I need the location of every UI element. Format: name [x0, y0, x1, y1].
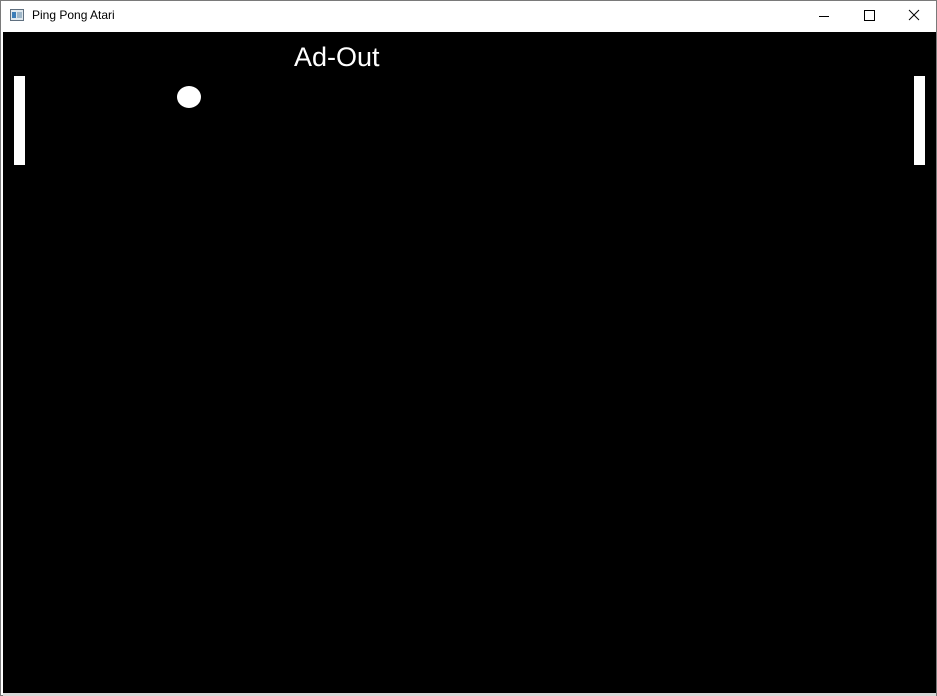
minimize-button[interactable]: [801, 1, 847, 31]
ball: [177, 86, 201, 108]
right-paddle: [914, 76, 925, 165]
minimize-icon: [819, 16, 829, 17]
game-window: Ping Pong Atari Ad-Out: [0, 0, 937, 696]
window-title: Ping Pong Atari: [32, 8, 115, 22]
maximize-button[interactable]: [846, 1, 892, 31]
close-button[interactable]: [891, 1, 937, 31]
title-bar[interactable]: Ping Pong Atari: [1, 1, 936, 31]
close-icon: [908, 9, 920, 21]
score-text: Ad-Out: [294, 42, 380, 72]
game-canvas[interactable]: Ad-Out: [3, 32, 936, 695]
maximize-icon: [864, 10, 875, 21]
left-paddle: [14, 76, 25, 165]
app-window-icon: [10, 9, 24, 21]
